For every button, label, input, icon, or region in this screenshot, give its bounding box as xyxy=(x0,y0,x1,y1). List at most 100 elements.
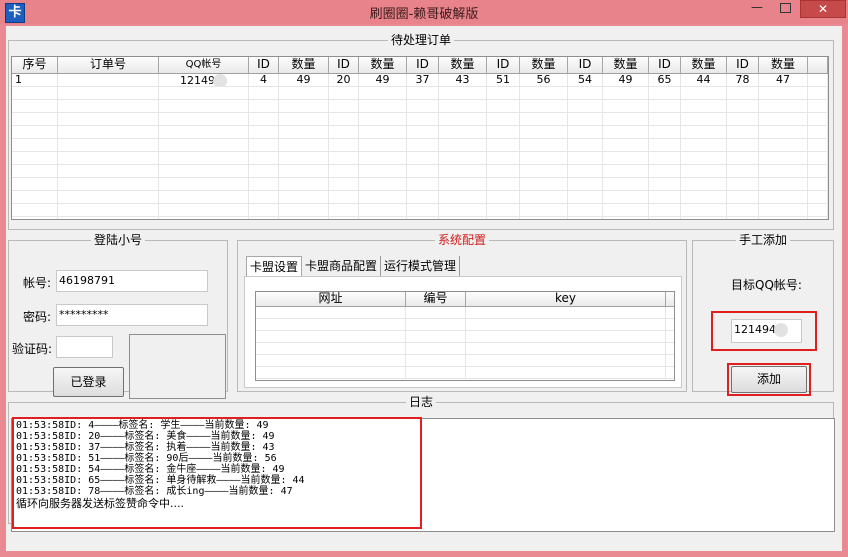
orders-col-header[interactable]: ID xyxy=(568,57,603,73)
add-button[interactable]: 添加 xyxy=(731,366,807,393)
tab-card-product-config[interactable]: 卡盟商品配置 xyxy=(302,256,382,276)
table-cell xyxy=(407,191,439,203)
orders-table-header: 序号 订单号 QQ帐号 ID 数量 ID 数量 ID 数量 ID 数量 ID 数量 ID 数量 ID 数量 xyxy=(12,57,828,74)
table-cell xyxy=(12,165,58,177)
table-cell xyxy=(58,74,159,86)
orders-col-header[interactable]: ID xyxy=(727,57,759,73)
password-input[interactable]: ********* xyxy=(56,304,208,326)
orders-col-header[interactable]: ID xyxy=(407,57,439,73)
target-qq-input[interactable]: 121494 xyxy=(731,319,802,343)
orders-col-header[interactable]: 数量 xyxy=(759,57,808,73)
card-table[interactable]: 网址 编号 key xyxy=(255,291,675,381)
table-cell xyxy=(249,113,279,125)
cell-text: 43 xyxy=(455,74,470,86)
table-row[interactable] xyxy=(12,87,828,100)
maximize-button[interactable] xyxy=(772,0,798,16)
close-button[interactable]: ✕ xyxy=(800,0,846,18)
row-filler xyxy=(808,126,828,138)
table-cell xyxy=(727,165,759,177)
orders-col-header[interactable]: 序号 xyxy=(12,57,58,73)
col-number[interactable]: 编号 xyxy=(406,292,466,306)
orders-col-header[interactable]: ID xyxy=(329,57,359,73)
table-cell xyxy=(487,204,520,216)
title-bar[interactable]: 卡 刷圈圈-赖哥破解版 — ✕ xyxy=(0,0,848,24)
table-cell xyxy=(603,217,649,219)
orders-col-header[interactable]: ID xyxy=(249,57,279,73)
orders-col-header[interactable]: ID xyxy=(487,57,520,73)
table-row[interactable] xyxy=(12,139,828,152)
orders-col-header[interactable]: 数量 xyxy=(439,57,487,73)
table-cell xyxy=(58,204,159,216)
table-cell xyxy=(487,139,520,151)
table-cell xyxy=(439,152,487,164)
table-cell xyxy=(603,126,649,138)
col-url[interactable]: 网址 xyxy=(256,292,406,306)
account-input[interactable]: 46198791 xyxy=(56,270,208,292)
table-cell xyxy=(520,87,568,99)
table-cell xyxy=(439,204,487,216)
tab-run-mode[interactable]: 运行模式管理 xyxy=(381,256,461,276)
orders-col-header[interactable]: 订单号 xyxy=(58,57,159,73)
table-cell xyxy=(649,204,681,216)
table-cell xyxy=(407,217,439,219)
table-cell xyxy=(649,152,681,164)
table-cell xyxy=(249,87,279,99)
orders-table[interactable]: 序号 订单号 QQ帐号 ID 数量 ID 数量 ID 数量 ID 数量 ID 数量 ID 数量 ID 数量 11… xyxy=(11,56,829,220)
table-cell xyxy=(727,100,759,112)
cell-text: 49 xyxy=(375,74,390,86)
card-table-header: 网址 编号 key xyxy=(256,292,674,307)
table-cell xyxy=(759,87,808,99)
orders-legend: 待处理订单 xyxy=(390,33,451,47)
table-cell: 43 xyxy=(439,74,487,86)
table-cell xyxy=(159,191,249,203)
tab-card-settings[interactable]: 卡盟设置 xyxy=(246,256,303,277)
table-row[interactable] xyxy=(12,100,828,113)
cell-text: 4 xyxy=(260,74,267,86)
table-row[interactable] xyxy=(12,126,828,139)
table-row[interactable] xyxy=(12,191,828,204)
table-cell xyxy=(249,178,279,190)
table-row[interactable] xyxy=(12,204,828,217)
table-cell xyxy=(159,87,249,99)
row-filler xyxy=(808,165,828,177)
table-row[interactable] xyxy=(12,152,828,165)
table-cell xyxy=(520,217,568,219)
table-cell xyxy=(487,87,520,99)
orders-col-header[interactable]: 数量 xyxy=(279,57,329,73)
table-cell: 4 xyxy=(249,74,279,86)
table-cell xyxy=(487,126,520,138)
login-button[interactable]: 已登录 xyxy=(53,367,124,397)
table-cell xyxy=(159,204,249,216)
table-cell xyxy=(649,217,681,219)
table-cell xyxy=(329,178,359,190)
orders-col-header[interactable]: QQ帐号 xyxy=(159,57,249,73)
table-row[interactable] xyxy=(12,217,828,219)
target-qq-label: 目标QQ帐号: xyxy=(731,278,802,292)
cell-text: 54 xyxy=(578,74,592,86)
table-cell xyxy=(568,191,603,203)
col-key[interactable]: key xyxy=(466,292,666,306)
table-cell xyxy=(603,87,649,99)
table-row[interactable] xyxy=(12,113,828,126)
table-cell xyxy=(329,191,359,203)
table-row[interactable]: 1 12149 4 49 20 49 37 43 51 56 54 49 65 44 78 47 xyxy=(12,74,828,87)
table-row[interactable] xyxy=(12,178,828,191)
table-cell xyxy=(568,113,603,125)
table-cell xyxy=(681,165,727,177)
table-cell xyxy=(681,178,727,190)
captcha-image[interactable] xyxy=(129,334,226,399)
captcha-input[interactable] xyxy=(56,336,113,358)
orders-col-header[interactable]: 数量 xyxy=(603,57,649,73)
row-filler xyxy=(808,74,828,86)
table-row[interactable] xyxy=(12,165,828,178)
orders-col-header[interactable]: 数量 xyxy=(520,57,568,73)
table-cell xyxy=(727,191,759,203)
table-cell xyxy=(568,126,603,138)
table-cell xyxy=(649,178,681,190)
orders-col-header[interactable]: 数量 xyxy=(681,57,727,73)
orders-col-header[interactable]: ID xyxy=(649,57,681,73)
minimize-button[interactable]: — xyxy=(744,0,770,16)
table-cell: 49 xyxy=(603,74,649,86)
orders-col-header[interactable]: 数量 xyxy=(359,57,407,73)
row-filler xyxy=(808,191,828,203)
